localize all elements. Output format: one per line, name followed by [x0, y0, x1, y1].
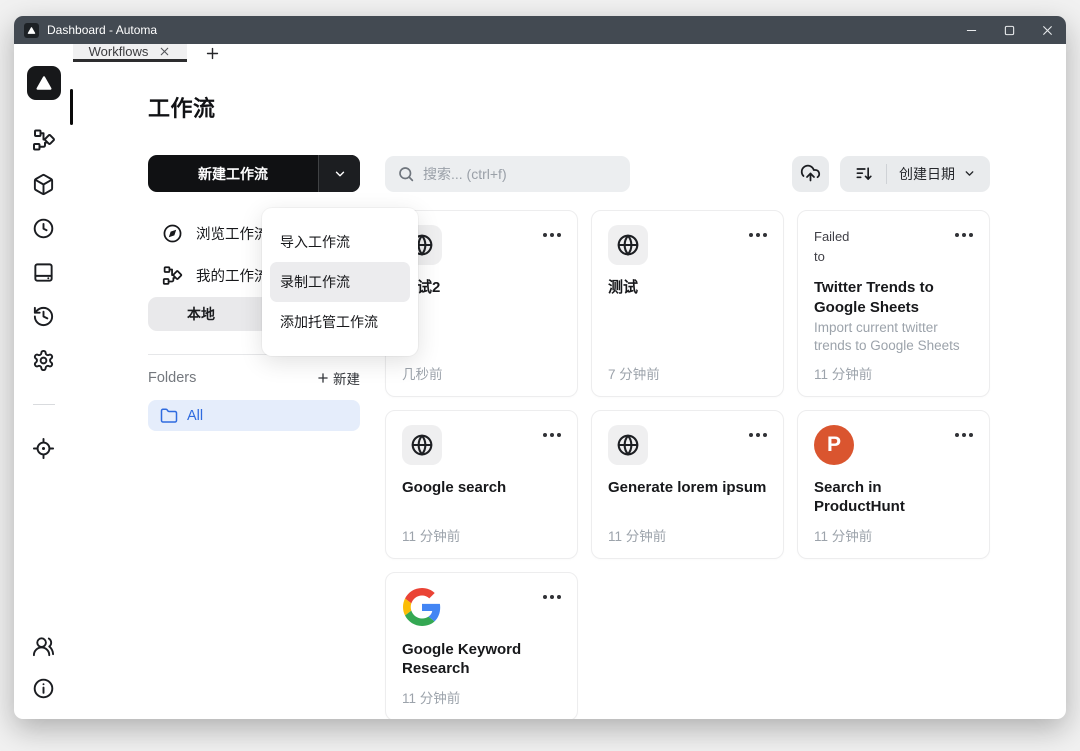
- card-title: 测试: [608, 279, 639, 296]
- workflow-cards-grid: 测试2 几秒前 测试 7 分钟前 Failed to Twitter Trend…: [385, 210, 990, 719]
- page-title: 工作流: [148, 96, 216, 121]
- google-logo-icon: [402, 587, 442, 627]
- card-title: 测试2: [402, 279, 441, 296]
- card-timestamp: 11 分钟前: [814, 528, 873, 544]
- plus-icon: [318, 373, 328, 383]
- new-workflow-label: 新建工作流: [198, 165, 268, 182]
- titlebar: Dashboard - Automa: [14, 16, 1066, 44]
- chevron-down-icon: [965, 171, 974, 176]
- automa-app-icon: [24, 22, 39, 38]
- search-box[interactable]: [385, 155, 630, 192]
- tab-workflows-label: Workflows: [88, 44, 149, 59]
- menu-item-add-hosted-workflow[interactable]: 添加托管工作流: [270, 302, 410, 342]
- minimize-button[interactable]: [952, 16, 990, 44]
- workflow-card[interactable]: Generate lorem ipsum 11 分钟前: [591, 409, 784, 559]
- folder-item-all[interactable]: All: [148, 400, 360, 431]
- card-title: Search in ProductHunt: [814, 478, 905, 516]
- card-timestamp: 11 分钟前: [814, 366, 873, 382]
- about-info-button[interactable]: [31, 675, 57, 701]
- new-folder-label: 新建: [333, 372, 360, 387]
- producthunt-icon: P: [814, 424, 854, 465]
- sidebar-item-packages[interactable]: [31, 171, 57, 197]
- new-folder-button[interactable]: 新建: [316, 368, 360, 388]
- new-workflow-dropdown-menu: 导入工作流 录制工作流 添加托管工作流: [262, 208, 418, 356]
- globe-icon: [608, 424, 648, 465]
- sidebar-item-settings[interactable]: [31, 347, 57, 373]
- sidebar-item-storage[interactable]: [31, 259, 57, 285]
- workflow-card[interactable]: Failed to Twitter Trends to Google Sheet…: [797, 210, 990, 397]
- tab-workflows[interactable]: Workflows: [73, 44, 187, 62]
- sort-by-select[interactable]: 创建日期: [897, 164, 978, 184]
- sidebar-item-logs-history[interactable]: [31, 303, 57, 329]
- card-title: Generate lorem ipsum: [608, 478, 767, 496]
- workflows-page: 工作流 新建工作流 搜索... (ctrl+f) 创建日期 浏览工作流 我的工作…: [73, 62, 1066, 719]
- card-menu-button[interactable]: [543, 225, 561, 237]
- card-menu-button[interactable]: [955, 425, 973, 437]
- workflow-card[interactable]: P Search in ProductHunt 11 分钟前: [797, 409, 990, 559]
- workflow-card[interactable]: 测试 7 分钟前: [591, 210, 784, 397]
- workflow-icon: [162, 265, 183, 286]
- card-title: Google search: [402, 478, 507, 496]
- backup-cloud-button[interactable]: [792, 155, 829, 192]
- chevron-down-icon: [335, 171, 344, 176]
- search-input[interactable]: [423, 165, 618, 182]
- sidebar-item-schedule[interactable]: [31, 215, 57, 241]
- card-menu-button[interactable]: [749, 425, 767, 437]
- tab-close-icon[interactable]: [158, 45, 171, 58]
- card-menu-button[interactable]: [749, 225, 767, 237]
- sort-icon: [856, 166, 872, 180]
- card-timestamp: 7 分钟前: [608, 366, 660, 382]
- sort-direction-button[interactable]: [852, 164, 876, 184]
- card-timestamp: 11 分钟前: [402, 690, 461, 706]
- card-timestamp: 几秒前: [402, 366, 443, 382]
- my-workflows-label: 我的工作流: [196, 268, 269, 285]
- sort-by-label: 创建日期: [899, 165, 955, 182]
- new-workflow-button[interactable]: 新建工作流: [148, 155, 360, 192]
- workflow-card[interactable]: Google Keyword Research 11 分钟前: [385, 571, 578, 719]
- menu-item-record-workflow[interactable]: 录制工作流: [270, 262, 410, 302]
- app-window: Dashboard - Automa Workflows 工作流 新建工作流 搜…: [14, 16, 1066, 719]
- card-title: Google Keyword Research: [402, 640, 522, 678]
- card-timestamp: 11 分钟前: [402, 528, 461, 544]
- automa-logo[interactable]: [26, 66, 61, 100]
- card-menu-button[interactable]: [543, 587, 561, 599]
- sort-controls: 创建日期: [840, 155, 990, 192]
- tabbar: Workflows: [73, 44, 1066, 62]
- search-icon: [399, 166, 414, 181]
- workflow-card[interactable]: Google search 11 分钟前: [385, 409, 578, 559]
- menu-item-import-workflow[interactable]: 导入工作流: [270, 222, 410, 262]
- close-button[interactable]: [1028, 16, 1066, 44]
- card-description: Import current twitter trends to Google …: [814, 320, 960, 353]
- card-menu-button[interactable]: [955, 225, 973, 237]
- compass-icon: [162, 223, 183, 244]
- maximize-button[interactable]: [990, 16, 1028, 44]
- new-workflow-dropdown-toggle[interactable]: [318, 155, 360, 192]
- folder-all-label: All: [187, 407, 204, 424]
- folders-heading: Folders: [148, 370, 197, 386]
- sidebar: [14, 44, 73, 719]
- card-menu-button[interactable]: [543, 425, 561, 437]
- globe-icon: [608, 225, 648, 265]
- tab-local[interactable]: 本地: [148, 297, 254, 331]
- sidebar-active-indicator: [70, 89, 73, 125]
- sort-divider: [886, 163, 887, 184]
- folder-icon: [160, 408, 178, 423]
- broken-image-icon: Failed to: [814, 229, 850, 265]
- sidebar-item-workflows[interactable]: [31, 127, 57, 153]
- teams-users-button[interactable]: [31, 633, 57, 659]
- card-title: Twitter Trends to Google Sheets: [814, 279, 934, 316]
- card-timestamp: 11 分钟前: [608, 528, 667, 544]
- new-tab-button[interactable]: [195, 44, 229, 62]
- cloud-upload-icon: [800, 164, 821, 182]
- element-picker-icon-button[interactable]: [31, 435, 57, 461]
- browse-workflows-label: 浏览工作流: [196, 226, 269, 243]
- globe-icon: [402, 424, 442, 465]
- window-title: Dashboard - Automa: [47, 23, 158, 37]
- sidebar-divider: [32, 404, 55, 405]
